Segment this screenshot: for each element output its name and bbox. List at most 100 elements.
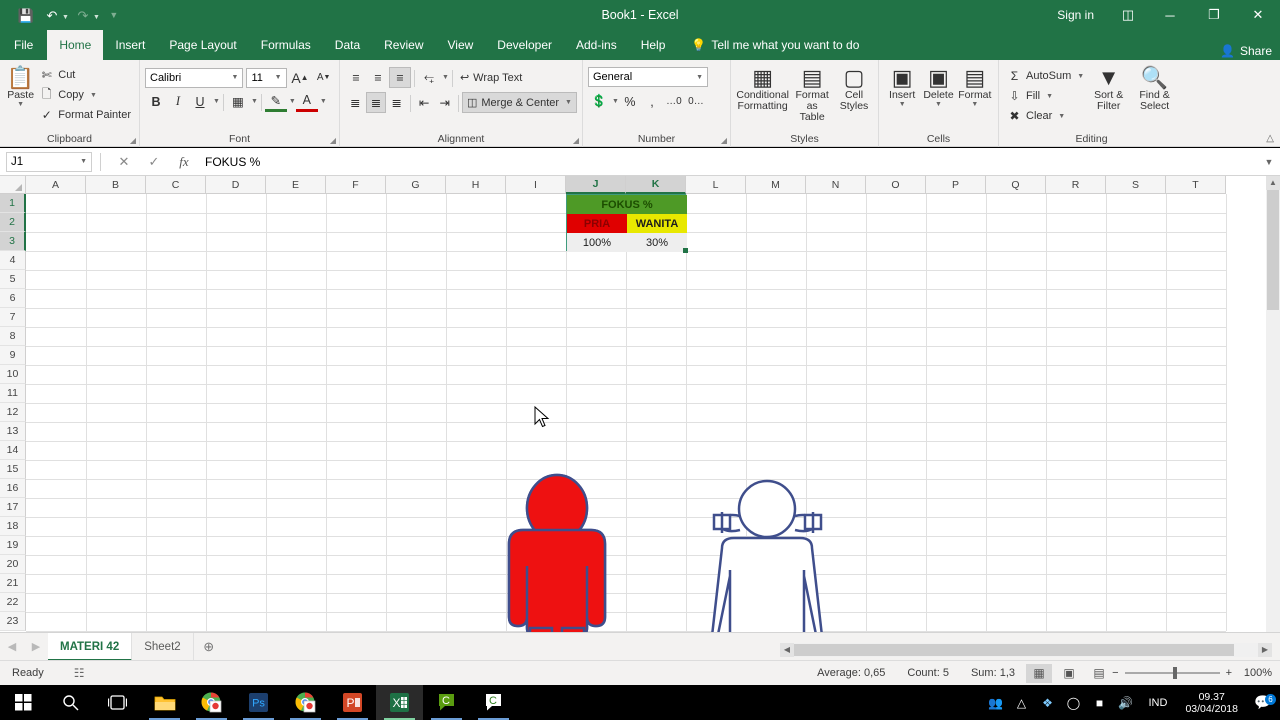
number-format-select[interactable]: General ▼ xyxy=(588,67,708,87)
minimize-button[interactable]: ─ xyxy=(1148,0,1192,30)
share-button[interactable]: 👤 Share xyxy=(1220,44,1272,58)
powerpoint-icon[interactable]: P xyxy=(329,685,376,720)
increase-decimal-icon[interactable]: …0 xyxy=(663,91,685,112)
column-header-G[interactable]: G xyxy=(386,176,446,194)
row-header-3[interactable]: 3 xyxy=(0,232,26,251)
cell-J1-fokus-title[interactable]: FOKUS % xyxy=(567,195,687,214)
column-header-K[interactable]: K xyxy=(626,176,686,194)
font-size-input[interactable]: 11 ▼ xyxy=(246,67,287,88)
fill-color-dropdown-icon[interactable]: ▼ xyxy=(289,98,296,105)
column-header-C[interactable]: C xyxy=(146,176,206,194)
horizontal-scrollbar[interactable]: ◀ ▶ xyxy=(780,643,1272,657)
font-name-input[interactable]: Calibri ▼ xyxy=(145,67,244,88)
sheet-tab-sheet2[interactable]: Sheet2 xyxy=(132,632,194,661)
column-header-L[interactable]: L xyxy=(686,176,746,194)
font-size-dropdown-icon[interactable]: ▼ xyxy=(275,74,282,81)
copy-button[interactable]: 🗋 Copy ▼ xyxy=(36,85,134,105)
decrease-indent-icon[interactable]: ⇤ xyxy=(414,92,435,113)
orientation-dropdown-icon[interactable]: ▼ xyxy=(442,74,449,81)
autosum-dropdown-icon[interactable]: ▼ xyxy=(1077,73,1084,80)
column-header-E[interactable]: E xyxy=(266,176,326,194)
align-left-icon[interactable]: ≣ xyxy=(345,92,366,113)
row-header-7[interactable]: 7 xyxy=(0,308,26,327)
row-header-11[interactable]: 11 xyxy=(0,384,26,403)
insert-dropdown-icon[interactable]: ▼ xyxy=(899,101,906,108)
orientation-icon[interactable]: ⥆ xyxy=(418,67,440,88)
cut-button[interactable]: ✄ Cut xyxy=(36,65,134,85)
alignment-dialog-launcher[interactable]: ◢ xyxy=(573,136,579,145)
dropbox-icon[interactable]: ❖ xyxy=(1034,696,1060,710)
number-dialog-launcher[interactable]: ◢ xyxy=(721,136,727,145)
fill-color-icon[interactable]: ✎ xyxy=(264,91,287,112)
row-header-14[interactable]: 14 xyxy=(0,441,26,460)
align-center-icon[interactable]: ≣ xyxy=(365,92,387,113)
accounting-dropdown-icon[interactable]: ▼ xyxy=(612,98,619,105)
format-as-table-button[interactable]: ▤ Format as Table xyxy=(789,64,835,129)
column-header-Q[interactable]: Q xyxy=(986,176,1046,194)
column-header-N[interactable]: N xyxy=(806,176,866,194)
tab-data[interactable]: Data xyxy=(323,30,372,60)
fill-dropdown-icon[interactable]: ▼ xyxy=(1046,93,1053,100)
delete-cells-button[interactable]: ▣ Delete ▼ xyxy=(920,64,956,129)
row-header-5[interactable]: 5 xyxy=(0,270,26,289)
row-header-13[interactable]: 13 xyxy=(0,422,26,441)
cell-area[interactable] xyxy=(26,194,1227,632)
sheet-tab-materi-42[interactable]: MATERI 42 xyxy=(48,632,133,661)
chrome-icon[interactable] xyxy=(188,685,235,720)
decrease-decimal-icon[interactable]: 0… xyxy=(685,91,707,112)
cell-value-pria[interactable]: 100% xyxy=(567,233,627,252)
tab-page-layout[interactable]: Page Layout xyxy=(157,30,248,60)
font-color-icon[interactable]: A xyxy=(295,91,318,112)
zoom-slider-thumb[interactable] xyxy=(1172,667,1177,679)
sign-in-button[interactable]: Sign in xyxy=(1043,8,1108,22)
restore-button[interactable]: ❐ xyxy=(1192,0,1236,30)
tab-insert[interactable]: Insert xyxy=(103,30,157,60)
number-format-dropdown-icon[interactable]: ▼ xyxy=(696,74,703,81)
name-box[interactable]: J1 ▼ xyxy=(6,151,92,172)
clear-button[interactable]: ✖ Clear ▼ xyxy=(1004,106,1087,126)
cell-header-pria[interactable]: PRIA xyxy=(567,214,627,233)
column-header-H[interactable]: H xyxy=(446,176,506,194)
spreadsheet-grid[interactable]: ABCDEFGHIJKLMNOPQRST 1 2 3 4 5 6 7 8 9 10 11 12 13 14… xyxy=(0,176,1280,632)
normal-view-icon[interactable]: ▦ xyxy=(1026,663,1052,683)
tab-view[interactable]: View xyxy=(436,30,486,60)
row-header-19[interactable]: 19 xyxy=(0,536,26,555)
row-header-16[interactable]: 16 xyxy=(0,479,26,498)
row-header-17[interactable]: 17 xyxy=(0,498,26,517)
accessibility-checker-icon[interactable]: ☷ xyxy=(74,666,85,680)
percent-style-button[interactable]: % xyxy=(619,91,641,112)
align-middle-icon[interactable]: ≡ xyxy=(367,67,389,88)
conditional-formatting-button[interactable]: ▦ Conditional Formatting xyxy=(736,64,789,129)
format-painter-button[interactable]: ✓ Format Painter xyxy=(36,105,134,125)
camtasia-icon[interactable]: C xyxy=(423,685,470,720)
show-hidden-icons-icon[interactable]: △ xyxy=(1008,696,1034,710)
ribbon-display-options-icon[interactable]: ◫ xyxy=(1108,7,1148,23)
save-icon[interactable]: 💾 xyxy=(14,4,38,26)
column-header-P[interactable]: P xyxy=(926,176,986,194)
paste-button[interactable]: 📋 Paste ▼ xyxy=(5,64,36,129)
fokus-percent-table[interactable]: FOKUS % PRIA WANITA 100% 30% xyxy=(566,194,688,253)
row-header-10[interactable]: 10 xyxy=(0,365,26,384)
find-select-button[interactable]: 🔍 Find & Select xyxy=(1130,64,1179,129)
select-all-button[interactable] xyxy=(0,176,26,194)
row-header-15[interactable]: 15 xyxy=(0,460,26,479)
add-sheet-icon[interactable]: ⊕ xyxy=(194,639,224,655)
cell-header-wanita[interactable]: WANITA xyxy=(627,214,687,233)
windows-start-icon[interactable] xyxy=(0,685,47,720)
vertical-scrollbar-thumb[interactable] xyxy=(1267,190,1279,310)
task-view-icon[interactable] xyxy=(94,685,141,720)
row-header-1[interactable]: 1 xyxy=(0,194,26,213)
clear-dropdown-icon[interactable]: ▼ xyxy=(1058,113,1065,120)
fill-handle[interactable] xyxy=(683,248,688,253)
tab-home[interactable]: Home xyxy=(47,30,104,60)
row-header-8[interactable]: 8 xyxy=(0,327,26,346)
column-header-B[interactable]: B xyxy=(86,176,146,194)
column-header-F[interactable]: F xyxy=(326,176,386,194)
zoom-level-label[interactable]: 100% xyxy=(1238,667,1272,679)
name-box-dropdown-icon[interactable]: ▼ xyxy=(80,158,87,165)
scroll-right-icon[interactable]: ▶ xyxy=(1258,643,1272,657)
cell-styles-button[interactable]: ▢ Cell Styles xyxy=(835,64,873,129)
underline-button[interactable]: U xyxy=(189,91,211,112)
align-bottom-icon[interactable]: ≡ xyxy=(389,67,411,88)
close-button[interactable]: ✕ xyxy=(1236,0,1280,30)
